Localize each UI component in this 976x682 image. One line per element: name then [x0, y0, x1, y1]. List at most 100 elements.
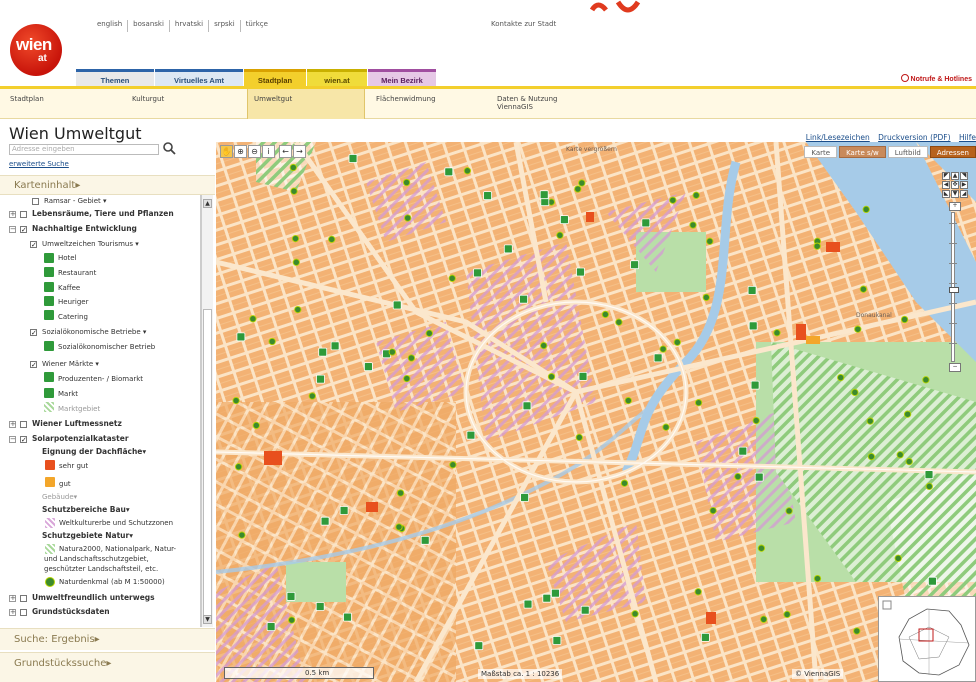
tourism-marker[interactable]: [552, 636, 562, 645]
tourism-marker[interactable]: [700, 632, 710, 642]
tourism-marker[interactable]: [466, 430, 476, 440]
heading-eignung[interactable]: Eignung der Dachfläche▾: [42, 446, 146, 458]
naturdenkmal-marker[interactable]: [867, 452, 876, 461]
naturdenkmal-marker[interactable]: [556, 231, 564, 239]
subnav-stadtplan[interactable]: Stadtplan: [10, 95, 44, 103]
lang-turkce[interactable]: türkçe: [241, 20, 273, 32]
tourism-marker[interactable]: [474, 641, 484, 651]
tourism-marker[interactable]: [754, 472, 764, 482]
subnav-flaechenwidmung[interactable]: Flächenwidmung: [376, 95, 436, 103]
checkbox-nachhaltige[interactable]: ✓: [20, 226, 27, 234]
tourism-marker[interactable]: [748, 321, 758, 331]
layer-ramsar[interactable]: Ramsar - Gebiet ▾: [44, 195, 107, 207]
collapse-solar[interactable]: −: [9, 436, 16, 443]
naturdenkmal-marker[interactable]: [547, 373, 556, 381]
contact-link[interactable]: Kontakte zur Stadt: [491, 20, 556, 28]
map-type-adressen[interactable]: Adressen: [929, 146, 976, 158]
heading-gebaeude[interactable]: Gebäude▾: [42, 491, 77, 503]
tourism-marker[interactable]: [348, 154, 358, 163]
lang-hrvatski[interactable]: hrvatski: [170, 20, 210, 32]
naturdenkmal-marker[interactable]: [752, 416, 760, 425]
tab-wien-at-tv[interactable]: wien.at TV: [307, 69, 367, 103]
layer-luftmessnetz[interactable]: Wiener Luftmessnetz: [32, 418, 122, 430]
naturdenkmal-marker[interactable]: [669, 196, 677, 204]
map-type-luftbild[interactable]: Luftbild: [887, 146, 928, 158]
checkbox-grundstueck[interactable]: [20, 609, 27, 616]
link-help[interactable]: Hilfe: [959, 133, 976, 142]
naturdenkmal-marker[interactable]: [859, 285, 868, 293]
expand-grundstueck[interactable]: +: [9, 609, 16, 616]
naturdenkmal-marker[interactable]: [903, 410, 912, 418]
naturdenkmal-marker[interactable]: [249, 315, 257, 323]
subnav-umweltgut[interactable]: Umweltgut: [247, 89, 365, 119]
naturdenkmal-marker[interactable]: [425, 329, 433, 337]
naturdenkmal-marker[interactable]: [620, 479, 629, 487]
map-content-header[interactable]: Karteninhalt▸: [0, 175, 215, 195]
naturdenkmal-marker[interactable]: [291, 234, 300, 243]
naturdenkmal-marker[interactable]: [294, 305, 302, 314]
scroll-thumb[interactable]: [203, 309, 212, 619]
map-type-karte[interactable]: Karte: [804, 146, 838, 158]
naturdenkmal-marker[interactable]: [862, 205, 870, 214]
layer-soziooek[interactable]: Sozialökonomische Betriebe ▾: [42, 326, 146, 338]
naturdenkmal-marker[interactable]: [575, 433, 583, 442]
naturdenkmal-marker[interactable]: [853, 627, 861, 635]
map-canvas[interactable]: Karte vergrößern Donaukanal: [216, 142, 976, 682]
tourism-marker[interactable]: [420, 535, 430, 545]
tourism-marker[interactable]: [653, 353, 663, 363]
tourism-marker[interactable]: [316, 374, 325, 384]
wien-at-logo[interactable]: wien at: [10, 24, 62, 76]
pan-nw-icon[interactable]: ◤: [942, 172, 950, 180]
naturdenkmal-marker[interactable]: [615, 318, 623, 326]
tourism-marker[interactable]: [576, 267, 585, 277]
layer-lebensraeume[interactable]: Lebensräume, Tiere und Pflanzen: [32, 208, 174, 220]
pan-up-icon[interactable]: ▲: [951, 172, 959, 180]
naturdenkmal-marker[interactable]: [813, 242, 821, 250]
tourism-marker[interactable]: [747, 285, 757, 295]
naturdenkmal-marker[interactable]: [785, 507, 793, 515]
overview-map[interactable]: [878, 596, 976, 682]
naturdenkmal-marker[interactable]: [232, 396, 240, 405]
naturdenkmal-marker[interactable]: [292, 258, 300, 266]
zoom-in-icon[interactable]: +: [949, 202, 961, 211]
pan-left-icon[interactable]: ◀: [942, 181, 950, 189]
pan-down-icon[interactable]: ▼: [951, 190, 959, 198]
naturdenkmal-marker[interactable]: [706, 237, 714, 245]
hand-tool-icon[interactable]: ✋: [220, 145, 233, 158]
naturdenkmal-marker[interactable]: [659, 345, 667, 353]
tourism-marker[interactable]: [522, 401, 532, 411]
heading-schutz-bau[interactable]: Schutzbereiche Bau▾: [42, 504, 130, 516]
naturdenkmal-marker[interactable]: [925, 482, 933, 491]
checkbox-lebensraeume[interactable]: [20, 211, 27, 218]
tourism-marker[interactable]: [318, 347, 328, 357]
expand-lebensraeume[interactable]: +: [9, 211, 16, 218]
pan-se-icon[interactable]: ◢: [960, 190, 968, 198]
zoom-out-icon[interactable]: −: [949, 363, 961, 372]
naturdenkmal-marker[interactable]: [773, 329, 781, 337]
info-tool-icon[interactable]: i: [262, 145, 275, 158]
tourism-marker[interactable]: [520, 493, 530, 502]
checkbox-luftmessnetz[interactable]: [20, 421, 27, 428]
tourism-marker[interactable]: [550, 588, 560, 598]
tab-stadtplan[interactable]: Stadtplan: [244, 69, 306, 87]
link-bookmark[interactable]: Link/Lesezeichen: [806, 133, 870, 142]
tab-themen[interactable]: Themen: [76, 69, 154, 87]
tourism-marker[interactable]: [750, 380, 760, 390]
tab-mein-bezirk[interactable]: Mein Bezirk: [368, 69, 436, 87]
naturdenkmal-marker[interactable]: [694, 399, 703, 407]
tourism-marker[interactable]: [924, 470, 934, 480]
scroll-down-button[interactable]: ▼: [203, 615, 212, 624]
naturdenkmal-marker[interactable]: [813, 574, 822, 583]
lang-english[interactable]: english: [92, 20, 129, 32]
naturdenkmal-marker[interactable]: [463, 167, 472, 175]
naturdenkmal-marker[interactable]: [866, 417, 874, 425]
naturdenkmal-marker[interactable]: [268, 337, 276, 346]
tourism-marker[interactable]: [315, 602, 325, 611]
map-view[interactable]: Karte vergrößern Donaukanal ✋ ⊕ ⊖ i ← → …: [216, 142, 976, 682]
naturdenkmal-marker[interactable]: [905, 457, 913, 466]
naturdenkmal-marker[interactable]: [289, 163, 297, 172]
checkbox-maerkte[interactable]: ✓: [30, 361, 37, 369]
zoom-slider-thumb[interactable]: [949, 287, 959, 293]
subnav-daten-nutzung[interactable]: Daten & Nutzung ViennaGIS: [497, 95, 557, 111]
naturdenkmal-marker[interactable]: [234, 463, 243, 471]
